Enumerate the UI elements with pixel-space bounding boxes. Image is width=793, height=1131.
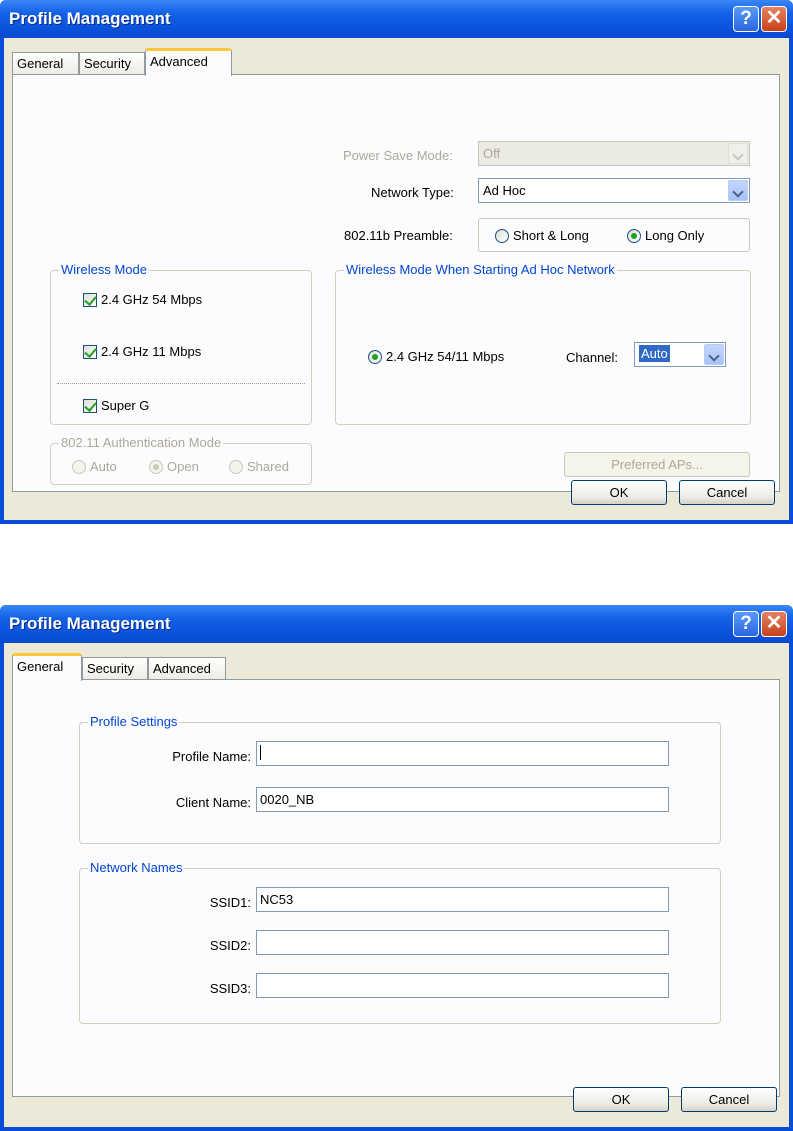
mode-54-label: 2.4 GHz 54 Mbps xyxy=(101,292,203,307)
power-save-value: Off xyxy=(483,146,501,161)
help-button[interactable]: ? xyxy=(733,611,759,637)
tab-general[interactable]: General xyxy=(12,52,79,75)
mode-11-label: 2.4 GHz 11 Mbps xyxy=(101,344,202,359)
tab-security[interactable]: Security xyxy=(79,52,145,75)
wireless-mode-title: Wireless Mode xyxy=(59,262,149,277)
ssid3-label: SSID3: xyxy=(209,981,251,996)
checkbox-checked-icon xyxy=(83,345,97,359)
advanced-panel: Power Save Mode: Off Network Type: Ad Ho… xyxy=(12,74,780,492)
radio-on-icon xyxy=(368,350,382,364)
radio-off-icon xyxy=(72,460,86,474)
network-names-group: Network Names SSID1: NC53 SSID2: SSID3: xyxy=(79,860,721,1024)
channel-select[interactable]: Auto xyxy=(634,342,726,367)
general-panel: Profile Settings Profile Name: Client Na… xyxy=(12,679,780,1097)
adhoc-54-11-radio[interactable]: 2.4 GHz 54/11 Mbps xyxy=(368,349,504,364)
network-type-label: Network Type: xyxy=(371,185,454,200)
tab-advanced[interactable]: Advanced xyxy=(148,657,226,680)
client-name-input[interactable]: 0020_NB xyxy=(256,787,669,812)
radio-on-icon xyxy=(149,460,163,474)
ok-button[interactable]: OK xyxy=(573,1087,669,1112)
cancel-button[interactable]: Cancel xyxy=(679,480,775,505)
auth-mode-group: 802.11 Authentication Mode Auto Open Sha… xyxy=(50,435,312,485)
tab-security[interactable]: Security xyxy=(82,657,148,680)
close-button[interactable]: ✕ xyxy=(761,611,787,637)
ssid2-label: SSID2: xyxy=(209,938,251,953)
title-bar[interactable]: Profile Management ? ✕ xyxy=(0,605,793,643)
preamble-short-long-label: Short & Long xyxy=(513,228,589,243)
close-button[interactable]: ✕ xyxy=(761,6,787,32)
title-bar[interactable]: Profile Management ? ✕ xyxy=(0,0,793,38)
radio-on-icon xyxy=(627,229,641,243)
ssid2-input[interactable] xyxy=(256,930,669,955)
ssid1-value: NC53 xyxy=(260,892,294,907)
network-type-select[interactable]: Ad Hoc xyxy=(478,178,750,203)
radio-off-icon xyxy=(495,229,509,243)
profile-management-dialog-general: Profile Management ? ✕ General Security … xyxy=(0,605,793,1131)
auth-open-label: Open xyxy=(167,459,199,474)
ssid1-input[interactable]: NC53 xyxy=(256,887,669,912)
adhoc-54-11-label: 2.4 GHz 54/11 Mbps xyxy=(386,349,505,364)
profile-settings-title: Profile Settings xyxy=(88,714,180,729)
client-name-label: Client Name: xyxy=(175,795,251,810)
ssid3-input[interactable] xyxy=(256,973,669,998)
auth-auto-radio[interactable]: Auto xyxy=(72,459,117,474)
client-name-value: 0020_NB xyxy=(260,792,315,807)
mode-11-checkbox[interactable]: 2.4 GHz 11 Mbps xyxy=(83,344,201,359)
power-save-select[interactable]: Off xyxy=(478,141,750,166)
checkbox-checked-icon xyxy=(83,293,97,307)
auth-shared-label: Shared xyxy=(247,459,289,474)
tab-general[interactable]: General xyxy=(12,653,82,681)
channel-value: Auto xyxy=(638,344,671,363)
tab-advanced[interactable]: Advanced xyxy=(145,48,232,76)
auth-mode-title: 802.11 Authentication Mode xyxy=(59,435,224,450)
help-button[interactable]: ? xyxy=(733,6,759,32)
profile-settings-group: Profile Settings Profile Name: Client Na… xyxy=(79,714,721,844)
preamble-short-long-radio[interactable]: Short & Long xyxy=(495,228,589,243)
checkbox-checked-icon xyxy=(83,399,97,413)
profile-name-input[interactable] xyxy=(256,741,669,766)
window-title: Profile Management xyxy=(9,9,171,28)
chevron-down-icon xyxy=(728,180,748,201)
window-title: Profile Management xyxy=(9,614,171,633)
preamble-group: Short & Long Long Only xyxy=(478,218,750,252)
cancel-button[interactable]: Cancel xyxy=(681,1087,777,1112)
network-type-value: Ad Hoc xyxy=(483,183,526,198)
radio-off-icon xyxy=(229,460,243,474)
dialog-body: General Security Advanced Power Save Mod… xyxy=(4,38,789,520)
power-save-label: Power Save Mode: xyxy=(343,148,453,163)
preferred-aps-button[interactable]: Preferred APs... xyxy=(564,452,750,477)
chevron-down-icon xyxy=(704,344,724,365)
preamble-long-only-radio[interactable]: Long Only xyxy=(627,228,704,243)
adhoc-mode-title: Wireless Mode When Starting Ad Hoc Netwo… xyxy=(344,262,617,277)
chevron-down-icon xyxy=(728,143,748,164)
wireless-mode-group: Wireless Mode 2.4 GHz 54 Mbps 2.4 GHz 11… xyxy=(50,262,312,425)
text-cursor xyxy=(260,745,261,760)
super-g-label: Super G xyxy=(101,398,150,413)
preamble-long-only-label: Long Only xyxy=(645,228,705,243)
auth-open-radio[interactable]: Open xyxy=(149,459,199,474)
ok-button[interactable]: OK xyxy=(571,480,667,505)
divider xyxy=(57,383,305,384)
auth-shared-radio[interactable]: Shared xyxy=(229,459,289,474)
channel-label: Channel: xyxy=(566,350,619,365)
auth-auto-label: Auto xyxy=(90,459,117,474)
profile-management-dialog-advanced: Profile Management ? ✕ General Security … xyxy=(0,0,793,524)
ssid1-label: SSID1: xyxy=(209,895,251,910)
dialog-body: General Security Advanced Profile Settin… xyxy=(4,643,789,1127)
profile-name-label: Profile Name: xyxy=(172,749,251,764)
adhoc-mode-group: Wireless Mode When Starting Ad Hoc Netwo… xyxy=(335,262,751,425)
network-names-title: Network Names xyxy=(88,860,185,875)
mode-54-checkbox[interactable]: 2.4 GHz 54 Mbps xyxy=(83,292,202,307)
super-g-checkbox[interactable]: Super G xyxy=(83,398,149,413)
preamble-label: 802.11b Preamble: xyxy=(344,228,453,243)
